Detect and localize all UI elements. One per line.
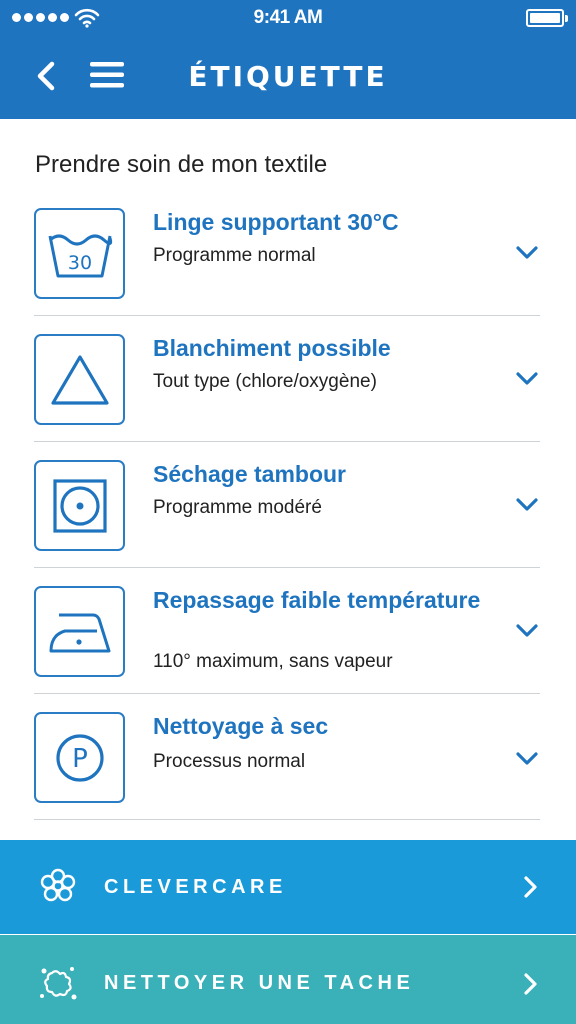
care-instructions-list: 30 Linge supportant 30°C Programme norma… xyxy=(34,190,540,820)
section-title: Prendre soin de mon textile xyxy=(35,151,328,178)
app-header: 9:41 AM ÉTIQUETTE xyxy=(0,0,576,119)
clevercare-button[interactable]: CLEVERCARE xyxy=(0,840,576,934)
chevron-down-icon[interactable] xyxy=(516,624,538,638)
care-item-description: Programme normal xyxy=(153,245,316,266)
care-item-label: Séchage tambour xyxy=(153,461,346,487)
status-time: 9:41 AM xyxy=(253,7,323,28)
dry-clean-letter: P xyxy=(72,744,88,774)
chevron-right-icon xyxy=(524,973,537,995)
page-title: ÉTIQUETTE xyxy=(188,60,388,93)
bleach-triangle-icon xyxy=(34,334,125,425)
care-item-description: Tout type (chlore/oxygène) xyxy=(153,371,377,392)
stain-splash-icon xyxy=(40,967,77,1000)
care-item-dry-cleaning[interactable]: P Nettoyage à sec Processus normal xyxy=(34,694,540,820)
care-item-description: Programme modéré xyxy=(153,497,322,518)
care-item-washing[interactable]: 30 Linge supportant 30°C Programme norma… xyxy=(34,190,540,316)
wash-30-icon: 30 xyxy=(34,208,125,299)
status-bar: 9:41 AM xyxy=(0,0,576,38)
care-item-ironing[interactable]: Repassage faible température 110° maximu… xyxy=(34,568,540,694)
chevron-down-icon[interactable] xyxy=(516,752,538,766)
chevron-down-icon[interactable] xyxy=(516,246,538,260)
battery-icon xyxy=(526,9,568,27)
wash-temperature-text: 30 xyxy=(67,252,91,274)
chevron-down-icon[interactable] xyxy=(516,498,538,512)
chevron-right-icon xyxy=(524,876,537,898)
chevron-down-icon[interactable] xyxy=(516,372,538,386)
care-item-description: Processus normal xyxy=(153,751,306,772)
iron-low-icon xyxy=(34,586,125,677)
care-item-drying[interactable]: Séchage tambour Programme modéré xyxy=(34,442,540,568)
care-item-label: Nettoyage à sec xyxy=(153,713,329,739)
tumble-dry-icon xyxy=(34,460,125,551)
care-item-label: Repassage faible température xyxy=(153,587,481,613)
care-item-bleaching[interactable]: Blanchiment possible Tout type (chlore/o… xyxy=(34,316,540,442)
care-item-label: Blanchiment possible xyxy=(153,335,391,361)
stain-removal-label: NETTOYER UNE TACHE xyxy=(104,972,415,994)
dry-clean-p-icon: P xyxy=(34,712,125,803)
clevercare-label: CLEVERCARE xyxy=(104,876,287,898)
stain-removal-button[interactable]: NETTOYER UNE TACHE xyxy=(0,935,576,1024)
flower-icon xyxy=(40,868,76,902)
care-item-label: Linge supportant 30°C xyxy=(153,209,399,235)
care-item-description: 110° maximum, sans vapeur xyxy=(153,651,393,672)
